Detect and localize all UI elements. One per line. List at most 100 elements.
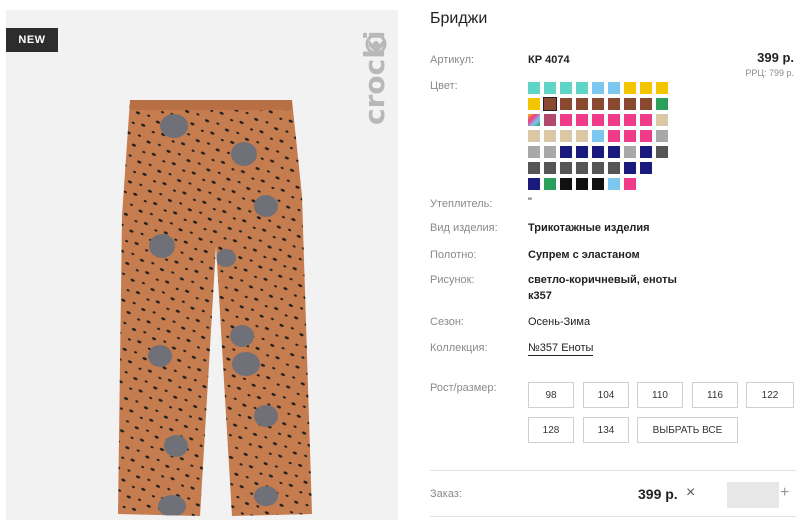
new-badge: NEW — [6, 28, 58, 52]
color-swatch[interactable] — [576, 114, 588, 126]
color-swatch[interactable] — [624, 130, 636, 142]
swatch-row — [528, 80, 688, 96]
size-option-134[interactable]: 134 — [583, 417, 629, 443]
color-swatch[interactable] — [528, 130, 540, 142]
color-swatch[interactable] — [640, 98, 652, 110]
size-option-98[interactable]: 98 — [528, 382, 574, 408]
color-swatch[interactable] — [608, 178, 620, 190]
size-option-122[interactable]: 122 — [746, 382, 794, 408]
pattern-value-line1: светло-коричневый, еноты — [528, 274, 677, 286]
order-label: Заказ: — [430, 488, 462, 500]
quantity-input[interactable] — [727, 482, 779, 508]
color-swatch[interactable] — [608, 130, 620, 142]
color-swatch[interactable] — [528, 98, 540, 110]
color-swatch[interactable] — [528, 178, 540, 190]
color-swatch[interactable] — [544, 178, 556, 190]
color-swatch[interactable] — [576, 98, 588, 110]
size-label: Рост/размер: — [430, 382, 497, 394]
color-swatch[interactable] — [624, 114, 636, 126]
color-swatch[interactable] — [560, 146, 572, 158]
size-option-128[interactable]: 128 — [528, 417, 574, 443]
brand-logo: crockid — [358, 30, 391, 125]
select-all-sizes-button[interactable]: ВЫБРАТЬ ВСЕ — [637, 417, 738, 443]
color-swatch[interactable] — [560, 130, 572, 142]
color-swatch[interactable] — [543, 97, 557, 111]
color-swatch[interactable] — [656, 130, 668, 142]
order-price: 399 р. — [638, 486, 678, 502]
color-swatch[interactable] — [640, 114, 652, 126]
color-swatch[interactable] — [528, 146, 540, 158]
product-price: 399 р. — [757, 50, 794, 65]
color-swatch[interactable] — [560, 82, 572, 94]
color-swatch[interactable] — [528, 82, 540, 94]
color-swatch[interactable] — [576, 146, 588, 158]
color-swatch[interactable] — [592, 82, 604, 94]
color-swatch[interactable] — [560, 162, 572, 174]
color-swatch[interactable] — [624, 162, 636, 174]
color-swatch[interactable] — [592, 98, 604, 110]
color-swatch[interactable] — [656, 98, 668, 110]
color-swatch[interactable] — [624, 98, 636, 110]
color-swatch[interactable] — [656, 146, 668, 158]
color-swatch[interactable] — [656, 114, 668, 126]
pattern-value-line2: к357 — [528, 290, 552, 302]
color-swatches — [528, 80, 688, 192]
color-swatch[interactable] — [608, 98, 620, 110]
color-swatch[interactable] — [560, 98, 572, 110]
color-swatch[interactable] — [528, 114, 540, 126]
swatch-row — [528, 128, 688, 144]
color-swatch[interactable] — [544, 162, 556, 174]
color-swatch[interactable] — [640, 162, 652, 174]
color-swatch[interactable] — [576, 82, 588, 94]
color-swatch[interactable] — [528, 162, 540, 174]
color-swatch[interactable] — [592, 146, 604, 158]
color-swatch[interactable] — [544, 82, 556, 94]
color-swatch[interactable] — [560, 178, 572, 190]
fabric-label: Полотно: — [430, 249, 477, 261]
color-swatch[interactable] — [592, 178, 604, 190]
color-swatch[interactable] — [608, 146, 620, 158]
fabric-value: Супрем с эластаном — [528, 249, 640, 261]
size-option-116[interactable]: 116 — [692, 382, 738, 408]
color-swatch[interactable] — [576, 178, 588, 190]
size-option-104[interactable]: 104 — [583, 382, 629, 408]
color-swatch[interactable] — [608, 82, 620, 94]
swatch-row — [528, 112, 688, 128]
color-swatch[interactable] — [576, 162, 588, 174]
product-title: Бриджи — [430, 10, 488, 27]
color-swatch[interactable] — [560, 114, 572, 126]
color-swatch[interactable] — [640, 146, 652, 158]
color-swatch[interactable] — [624, 146, 636, 158]
color-swatch[interactable] — [656, 82, 668, 94]
recommended-price: РРЦ: 799 р. — [745, 68, 794, 78]
product-type-value: Трикотажные изделия — [528, 222, 650, 234]
collection-label: Коллекция: — [430, 342, 488, 354]
pants-illustration — [118, 100, 312, 516]
color-swatch[interactable] — [544, 130, 556, 142]
collection-link[interactable]: №357 Еноты — [528, 342, 594, 356]
add-icon[interactable]: + — [780, 484, 789, 502]
color-swatch[interactable] — [592, 114, 604, 126]
color-swatch[interactable] — [544, 114, 556, 126]
collection-link-text[interactable]: №357 Еноты — [528, 342, 594, 356]
color-swatch[interactable] — [608, 114, 620, 126]
insulation-value: " — [528, 196, 532, 208]
order-divider-bottom — [430, 516, 796, 517]
color-swatch[interactable] — [624, 82, 636, 94]
color-swatch[interactable] — [592, 130, 604, 142]
swatch-row — [528, 160, 688, 176]
swatch-row — [528, 176, 688, 192]
color-swatch[interactable] — [592, 162, 604, 174]
product-type-label: Вид изделия: — [430, 222, 498, 234]
color-swatch[interactable] — [576, 130, 588, 142]
size-option-110[interactable]: 110 — [637, 382, 683, 408]
color-swatch[interactable] — [640, 82, 652, 94]
color-swatch[interactable] — [624, 178, 636, 190]
remove-icon[interactable]: × — [686, 484, 695, 502]
color-swatch[interactable] — [544, 146, 556, 158]
pattern-label: Рисунок: — [430, 274, 475, 286]
color-label: Цвет: — [430, 80, 458, 92]
color-swatch[interactable] — [640, 130, 652, 142]
color-swatch[interactable] — [608, 162, 620, 174]
product-image[interactable]: NEW crockid — [6, 10, 398, 520]
